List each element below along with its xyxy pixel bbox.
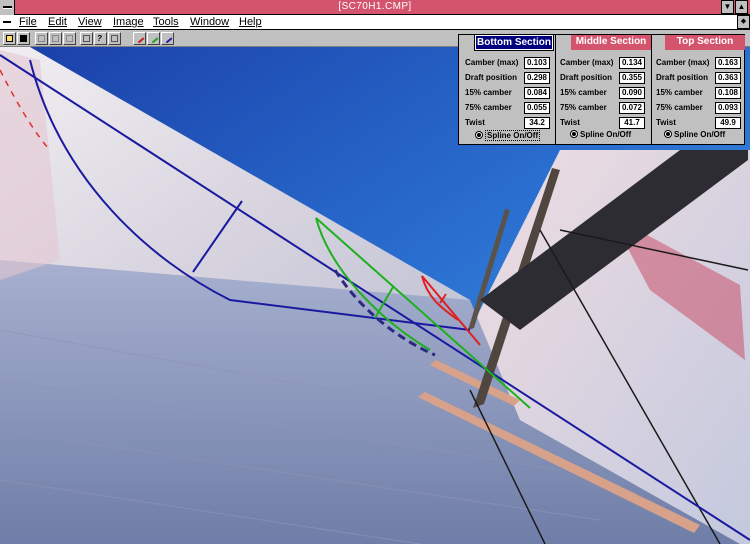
label-camber-max: Camber (max) [465, 58, 519, 67]
label-75-camber: 75% camber [465, 103, 512, 112]
label-15-camber: 15% camber [465, 88, 512, 97]
label-15-camber: 15% camber [656, 88, 703, 97]
middle-camber-max-value[interactable]: 0.134 [619, 57, 645, 69]
middle-75-camber-value[interactable]: 0.072 [619, 102, 645, 114]
middle-section-column: Middle Section Camber (max) Draft positi… [556, 35, 651, 144]
bottom-75-camber-value[interactable]: 0.055 [524, 102, 550, 114]
window-title: [SC70H1.CMP] [338, 1, 412, 12]
label-15-camber: 15% camber [560, 88, 607, 97]
middle-15-camber-value[interactable]: 0.090 [619, 87, 645, 99]
label-camber-max: Camber (max) [560, 58, 614, 67]
label-twist: Twist [560, 118, 580, 127]
menu-bar: File Edit View Image Tools Window Help ◆ [0, 15, 750, 30]
radio-selected-icon[interactable] [664, 130, 672, 138]
top-15-camber-value[interactable]: 0.108 [715, 87, 741, 99]
open-icon[interactable] [3, 32, 16, 45]
menu-image[interactable]: Image [113, 16, 144, 28]
menu-help[interactable]: Help [239, 16, 262, 28]
menu-edit[interactable]: Edit [48, 16, 67, 28]
print-icon[interactable] [80, 32, 93, 45]
menu-view[interactable]: View [78, 16, 102, 28]
draw-spline-icon[interactable] [133, 32, 146, 45]
label-75-camber: 75% camber [560, 103, 607, 112]
top-draft-position-value[interactable]: 0.363 [715, 72, 741, 84]
bottom-camber-max-value[interactable]: 0.103 [524, 57, 550, 69]
label-twist: Twist [656, 118, 676, 127]
top-75-camber-value[interactable]: 0.093 [715, 102, 741, 114]
radio-selected-icon[interactable] [475, 131, 483, 139]
maximize-button[interactable]: ▲ [735, 0, 748, 14]
cut-icon[interactable] [35, 32, 48, 45]
label-draft-position: Draft position [465, 73, 517, 82]
label-camber-max: Camber (max) [656, 58, 710, 67]
document-menu-icon[interactable] [1, 16, 14, 28]
paste-icon[interactable] [63, 32, 76, 45]
section-panel: Bottom Section Camber (max) Draft positi… [458, 34, 745, 145]
label-draft-position: Draft position [560, 73, 612, 82]
title-bar: [SC70H1.CMP] ▼ ▲ [0, 0, 750, 15]
bottom-draft-position-value[interactable]: 0.298 [524, 72, 550, 84]
bottom-section-column: Bottom Section Camber (max) Draft positi… [459, 34, 555, 144]
minimize-button[interactable]: ▼ [721, 0, 734, 14]
bottom-15-camber-value[interactable]: 0.084 [524, 87, 550, 99]
top-section-column: Top Section Camber (max) Draft position … [652, 35, 745, 144]
menu-file[interactable]: File [19, 16, 37, 28]
copy-icon[interactable] [49, 32, 62, 45]
save-icon[interactable] [17, 32, 30, 45]
restore-button[interactable]: ◆ [737, 15, 750, 29]
label-75-camber: 75% camber [656, 103, 703, 112]
middle-twist-value[interactable]: 41.7 [619, 117, 645, 129]
menu-window[interactable]: Window [190, 16, 229, 28]
measure-icon[interactable] [161, 32, 174, 45]
top-camber-max-value[interactable]: 0.163 [715, 57, 741, 69]
label-twist: Twist [465, 118, 485, 127]
edit-spline-icon[interactable] [147, 32, 160, 45]
context-help-icon[interactable] [108, 32, 121, 45]
tab-top-section[interactable]: Top Section [665, 35, 745, 50]
tab-bottom-section[interactable]: Bottom Section [474, 34, 554, 51]
bottom-twist-value[interactable]: 34.2 [524, 117, 550, 129]
top-spline-toggle[interactable]: Spline On/Off [664, 130, 725, 142]
middle-draft-position-value[interactable]: 0.355 [619, 72, 645, 84]
label-draft-position: Draft position [656, 73, 708, 82]
top-twist-value[interactable]: 49.9 [715, 117, 741, 129]
menu-tools[interactable]: Tools [153, 16, 179, 28]
radio-selected-icon[interactable] [570, 130, 578, 138]
tab-middle-section[interactable]: Middle Section [571, 35, 651, 50]
bottom-spline-toggle[interactable]: Spline On/Off [475, 130, 541, 142]
help-icon[interactable]: ? [94, 32, 107, 45]
middle-spline-toggle[interactable]: Spline On/Off [570, 130, 631, 142]
